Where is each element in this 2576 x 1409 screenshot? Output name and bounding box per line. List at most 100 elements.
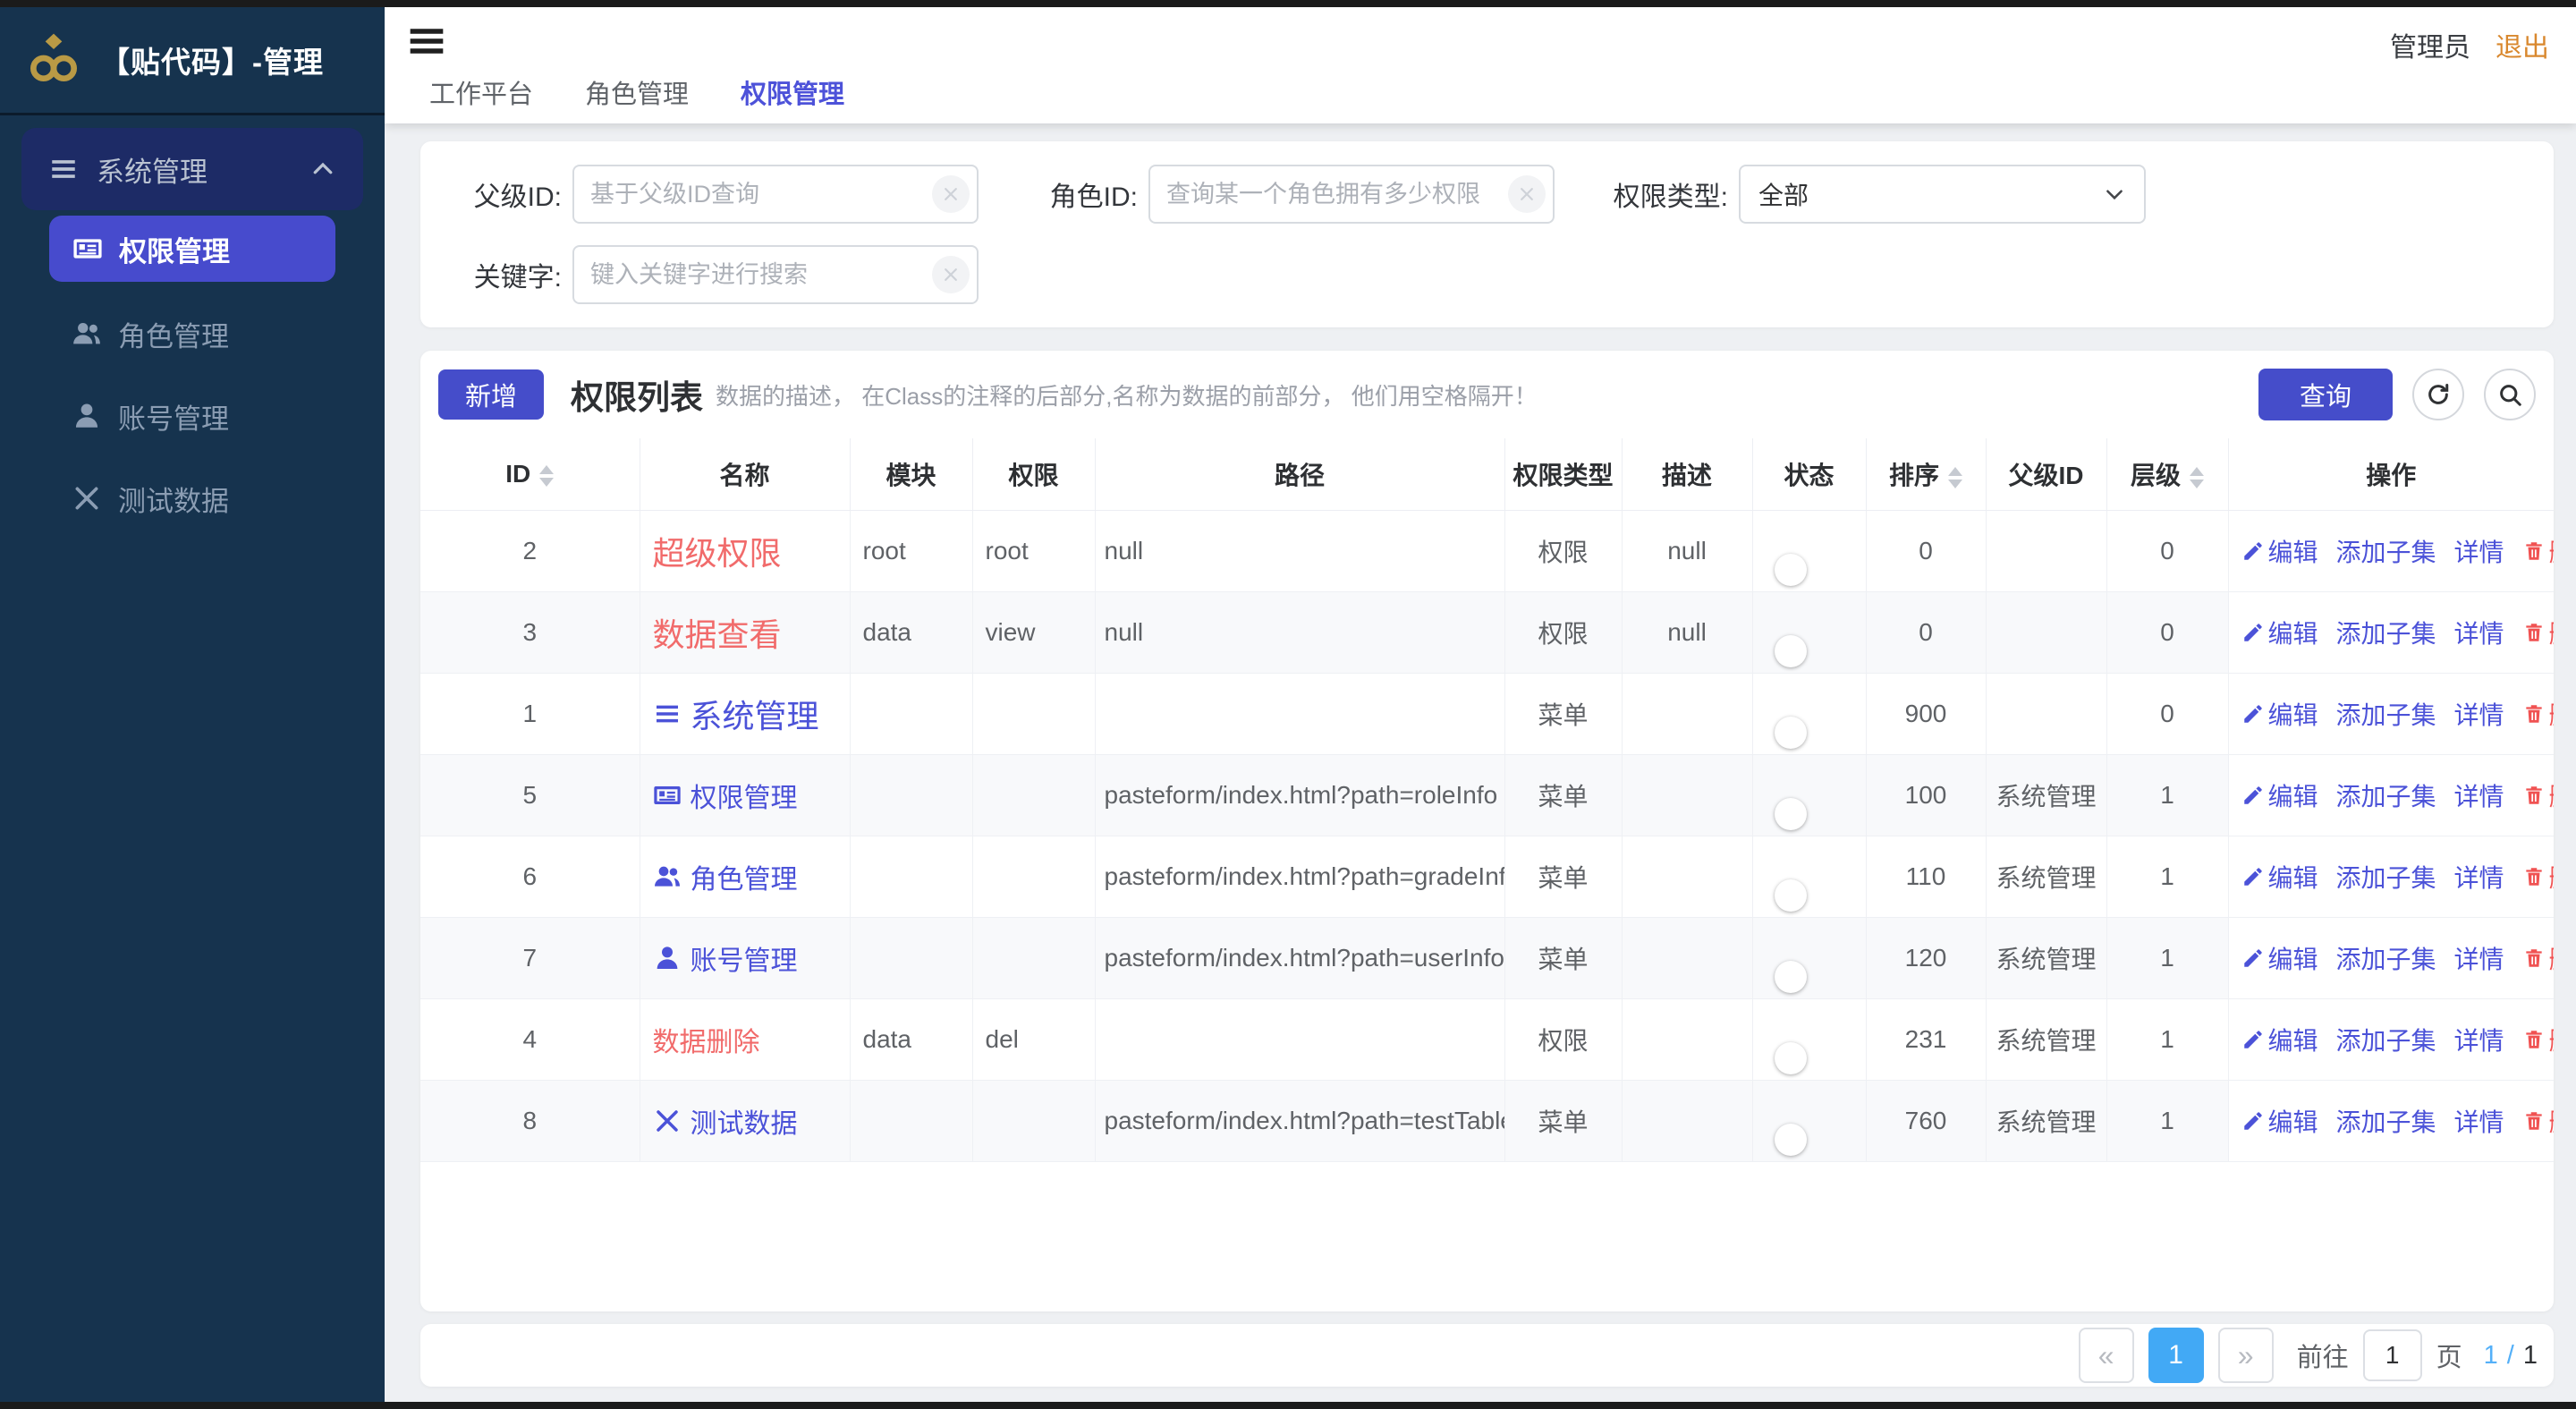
column-header-perm: 权限 [972,438,1095,511]
add-button[interactable]: 新增 [438,369,544,420]
delete-link[interactable]: 删除 [2522,696,2554,732]
add-child-link[interactable]: 添加子集 [2336,696,2436,732]
delete-link[interactable]: 删除 [2522,940,2554,976]
delete-link[interactable]: 删除 [2522,777,2554,813]
sort-icon[interactable] [1948,467,1962,488]
delete-link[interactable]: 删除 [2522,533,2554,569]
cell-actions: 编辑添加子集详情删除 [2228,592,2554,674]
cell-name: 系统管理 [640,674,850,755]
add-child-link[interactable]: 添加子集 [2336,615,2436,650]
cell-level: 0 [2106,674,2228,755]
page-1-button[interactable]: 1 [2148,1328,2204,1383]
edit-link[interactable]: 编辑 [2241,1103,2318,1139]
goto-page-input[interactable] [2363,1329,2422,1381]
parent-id-input[interactable] [572,165,979,224]
sidebar-item-users[interactable]: 角色管理 [0,293,385,375]
sidebar-group-system[interactable]: 系统管理 [21,128,363,210]
cell-type: 权限 [1504,511,1622,592]
detail-link[interactable]: 详情 [2454,615,2504,650]
page-indicator: 1 / 1 [2484,1341,2538,1371]
row-name-link[interactable]: 角色管理 [653,857,798,896]
tab-2[interactable]: 权限管理 [741,73,844,111]
cell-parent: 系统管理 [1986,836,2106,918]
row-name-link[interactable]: 权限管理 [653,776,798,815]
cell-status [1752,836,1866,918]
clear-icon[interactable] [932,256,970,293]
detail-link[interactable]: 详情 [2454,940,2504,976]
edit-link[interactable]: 编辑 [2241,777,2318,813]
sidebar-item-idcard[interactable]: 权限管理 [49,216,335,282]
cell-name: 权限管理 [640,755,850,836]
row-name-link[interactable]: 数据查看 [653,609,782,656]
add-child-link[interactable]: 添加子集 [2336,859,2436,895]
detail-link[interactable]: 详情 [2454,777,2504,813]
cell-desc [1622,999,1752,1081]
add-child-link[interactable]: 添加子集 [2336,777,2436,813]
next-page-button[interactable]: » [2218,1328,2274,1383]
sort-icon[interactable] [539,465,554,487]
clear-icon[interactable] [1508,175,1546,213]
row-name-link[interactable]: 测试数据 [653,1101,798,1141]
edit-link[interactable]: 编辑 [2241,1022,2318,1057]
tab-0[interactable]: 工作平台 [429,73,533,111]
tabs: 工作平台 角色管理 权限管理 [429,73,844,111]
cell-actions: 编辑添加子集详情删除 [2228,836,2554,918]
cell-type: 权限 [1504,592,1622,674]
add-child-link[interactable]: 添加子集 [2336,1022,2436,1057]
add-child-link[interactable]: 添加子集 [2336,940,2436,976]
column-header-id[interactable]: ID [420,438,640,511]
edit-link[interactable]: 编辑 [2241,940,2318,976]
detail-link[interactable]: 详情 [2454,1022,2504,1057]
table-row: 4数据删除datadel权限231系统管理1编辑添加子集详情删除 [420,999,2554,1081]
collapse-sidebar-icon[interactable] [407,21,446,57]
query-button[interactable]: 查询 [2258,369,2393,420]
delete-link[interactable]: 删除 [2522,615,2554,650]
cell-status [1752,755,1866,836]
current-user-label: 管理员 [2390,25,2470,64]
detail-link[interactable]: 详情 [2454,859,2504,895]
edit-link[interactable]: 编辑 [2241,615,2318,650]
add-child-link[interactable]: 添加子集 [2336,1103,2436,1139]
detail-link[interactable]: 详情 [2454,533,2504,569]
chevron-up-icon[interactable] [309,156,336,182]
cell-perm [972,755,1095,836]
logout-link[interactable]: 退出 [2496,25,2549,64]
add-child-link[interactable]: 添加子集 [2336,533,2436,569]
delete-link[interactable]: 删除 [2522,1103,2554,1139]
row-name-link[interactable]: 超级权限 [653,528,782,574]
row-name-link[interactable]: 系统管理 [653,691,819,737]
edit-link[interactable]: 编辑 [2241,533,2318,569]
delete-link[interactable]: 删除 [2522,1022,2554,1057]
edit-link[interactable]: 编辑 [2241,859,2318,895]
cell-perm: root [972,511,1095,592]
cell-status [1752,674,1866,755]
clear-icon[interactable] [932,175,970,213]
keyword-input[interactable] [572,245,979,304]
sort-icon[interactable] [2190,467,2204,488]
cell-id: 7 [420,918,640,999]
cell-module [850,918,972,999]
cell-status [1752,999,1866,1081]
sidebar-item-x[interactable]: 测试数据 [0,457,385,539]
prev-page-button[interactable]: « [2079,1328,2134,1383]
row-name-link[interactable]: 数据删除 [653,1020,760,1059]
column-header-sort[interactable]: 排序 [1866,438,1986,511]
sidebar-item-user[interactable]: 账号管理 [0,375,385,457]
column-header-module: 模块 [850,438,972,511]
edit-link[interactable]: 编辑 [2241,696,2318,732]
tab-1[interactable]: 角色管理 [585,73,689,111]
delete-link[interactable]: 删除 [2522,859,2554,895]
row-name-link[interactable]: 账号管理 [653,938,798,978]
search-icon[interactable] [2484,369,2536,420]
role-id-input[interactable] [1148,165,1555,224]
top-header: 管理员 退出 工作平台 角色管理 权限管理 [385,7,2576,123]
cell-parent [1986,674,2106,755]
refresh-icon[interactable] [2412,369,2464,420]
detail-link[interactable]: 详情 [2454,696,2504,732]
role-id-label: 角色ID: [1048,174,1138,214]
detail-link[interactable]: 详情 [2454,1103,2504,1139]
cell-desc [1622,755,1752,836]
column-header-level[interactable]: 层级 [2106,438,2228,511]
perm-type-select[interactable]: 全部 [1739,165,2146,224]
filter-parent-id: 父级ID: [472,165,979,224]
